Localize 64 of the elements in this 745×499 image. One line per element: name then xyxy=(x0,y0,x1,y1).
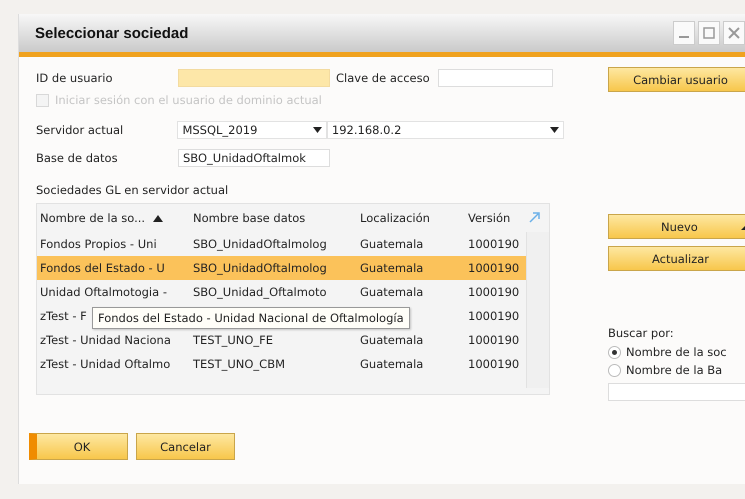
radio-label: Nombre de la soc xyxy=(626,345,727,359)
table-cell-text: 1000190 xyxy=(467,357,520,371)
table-cell: SBO_UnidadOftalmolog xyxy=(193,237,327,251)
table-caption: Sociedades GL en servidor actual xyxy=(36,183,230,197)
dropdown-arrow-icon xyxy=(312,127,322,133)
server-address-dropdown[interactable]: 192.168.0.2 xyxy=(326,121,564,139)
table-cell: SBO_Unidad_Oftalmoto xyxy=(193,285,327,299)
domain-checkbox-label: Iniciar sesión con el usuario de dominio actual xyxy=(55,93,322,107)
minimize-button[interactable] xyxy=(673,21,695,45)
table-cell-text: 1000190 xyxy=(467,333,520,347)
tooltip: Fondos del Estado - Unidad Nacional de Oftalmología xyxy=(92,307,410,329)
radio-label: Nombre de la Ba xyxy=(626,363,722,377)
vertical-scrollbar[interactable] xyxy=(526,232,549,388)
table-row[interactable]: Unidad Oftalmotogia - SBO_Unidad_Oftalmoto Guatemala 1000190 xyxy=(37,280,526,304)
password-field[interactable] xyxy=(438,69,553,87)
table-cell: Fondos del Estado - U xyxy=(40,261,165,275)
table-cell-text: 1000190 xyxy=(467,285,520,299)
refresh-button[interactable]: Actualizar xyxy=(608,246,745,271)
expand-icon[interactable] xyxy=(528,210,540,222)
dropdown-arrow-icon xyxy=(550,127,559,133)
table-cell: TEST_UNO_FE xyxy=(193,333,274,347)
database-field[interactable]: SBO_UnidadOftalmok xyxy=(178,149,330,167)
server-type-dropdown[interactable]: MSSQL_2019 xyxy=(177,121,327,139)
close-icon xyxy=(727,26,741,40)
user-id-label: ID de usuario xyxy=(36,71,114,85)
table-cell-text: 1000190 xyxy=(467,261,520,275)
table-cell: TEST_UNO_CBM xyxy=(193,357,286,371)
column-header[interactable]: Versión xyxy=(465,211,525,225)
server-label: Servidor actual xyxy=(36,123,124,137)
new-button[interactable]: Nuevo xyxy=(608,214,745,239)
table-cell-text: 1000190 xyxy=(467,237,520,251)
table-cell: Guatemala xyxy=(360,357,424,371)
dialog-button[interactable]: OK xyxy=(29,433,128,460)
table-cell: SBO_UnidadOftalmolog xyxy=(193,261,327,275)
maximize-button[interactable] xyxy=(698,21,720,45)
password-label: Clave de acceso xyxy=(336,71,430,85)
table-cell: Guatemala xyxy=(360,285,424,299)
close-button[interactable] xyxy=(723,21,745,45)
table-cell: Guatemala xyxy=(360,333,424,347)
table-cell: Guatemala xyxy=(360,261,424,275)
table-row[interactable]: zTest - Unidad Naciona TEST_UNO_FE Guatemala 1000190 xyxy=(37,328,526,352)
table-cell: zTest - Unidad Naciona xyxy=(40,333,171,347)
table-row[interactable]: Fondos Propios - Uni SBO_UnidadOftalmolog Guatemala 1000190 xyxy=(37,232,526,256)
database-label: Base de datos xyxy=(36,151,119,165)
sort-ascending-icon xyxy=(153,214,164,222)
radio-button[interactable] xyxy=(608,364,621,376)
search-by-label: Buscar por: xyxy=(608,326,675,340)
search-field[interactable] xyxy=(608,383,745,401)
window-title: Seleccionar sociedad xyxy=(35,24,188,42)
minimize-icon xyxy=(679,36,689,38)
column-header[interactable]: Nombre base datos xyxy=(190,211,357,225)
table-row[interactable]: zTest - Unidad Oftalmo TEST_UNO_CBM Guatemala 1000190 xyxy=(37,352,526,376)
table-cell: zTest - Unidad Oftalmo xyxy=(40,357,170,371)
radio-button[interactable] xyxy=(608,346,621,358)
table-row[interactable]: Fondos del Estado - U SBO_UnidadOftalmolog Guatemala 1000190 xyxy=(37,256,526,280)
dialog-button[interactable]: Cancelar xyxy=(136,433,235,460)
table-cell: Unidad Oftalmotogia - xyxy=(40,285,167,299)
table-cell: Guatemala xyxy=(360,237,424,251)
table-cell: Fondos Propios - Uni xyxy=(40,237,157,251)
change-user-button[interactable]: Cambiar usuario xyxy=(608,67,745,92)
column-header[interactable]: Localización xyxy=(357,211,465,225)
user-id-field[interactable] xyxy=(178,69,330,87)
column-header[interactable]: Nombre de la so... xyxy=(40,211,146,225)
maximize-icon xyxy=(702,26,716,40)
